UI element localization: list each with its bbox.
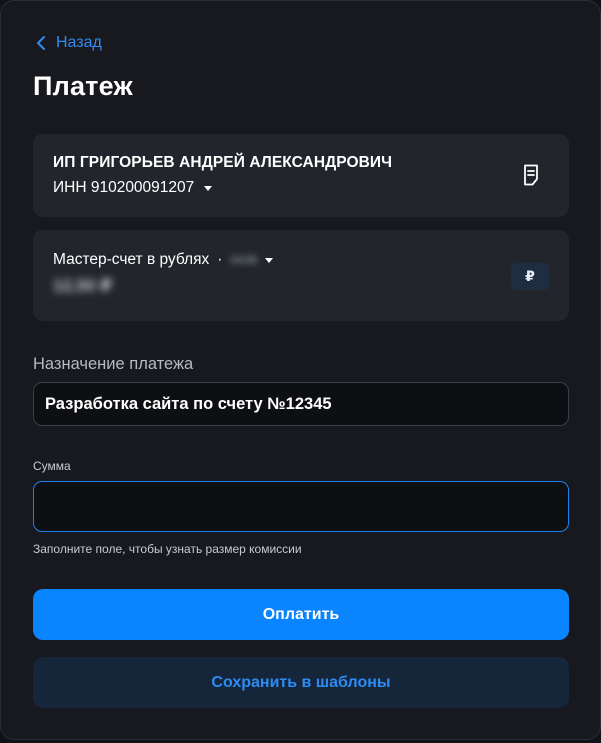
save-template-button[interactable]: Сохранить в шаблоны [33, 657, 569, 708]
document-icon[interactable] [523, 164, 539, 186]
payment-panel: Назад Платеж ИП ГРИГОРЬЕВ АНДРЕЙ АЛЕКСАН… [0, 0, 601, 740]
account-balance: 12,50 ₽ [53, 276, 113, 295]
account-separator: · [217, 251, 223, 268]
sum-label: Сумма [33, 459, 71, 473]
chevron-left-icon [37, 36, 45, 50]
ruble-currency-badge: ₽ [511, 263, 549, 290]
recipient-inn-row[interactable]: ИНН 910200091207 [53, 179, 213, 197]
recipient-name: ИП ГРИГОРЬЕВ АНДРЕЙ АЛЕКСАНДРОВИЧ [53, 154, 393, 171]
purpose-label: Назначение платежа [33, 355, 194, 373]
pay-button[interactable]: Оплатить [33, 589, 569, 640]
back-label: Назад [56, 34, 102, 51]
recipient-card[interactable]: ИП ГРИГОРЬЕВ АНДРЕЙ АЛЕКСАНДРОВИЧ ИНН 91… [33, 134, 569, 217]
caret-down-icon[interactable] [204, 185, 213, 191]
caret-down-icon[interactable] [265, 257, 274, 263]
account-name-row[interactable]: Мастер-счет в рублях · 0439 [53, 251, 274, 269]
back-link[interactable]: Назад [36, 34, 102, 52]
account-card[interactable]: Мастер-счет в рублях · 0439 12,50 ₽ ₽ [33, 230, 569, 321]
page-title: Платеж [33, 71, 133, 101]
account-masked-number: 0439 [230, 253, 258, 267]
recipient-inn: ИНН 910200091207 [53, 179, 195, 196]
commission-hint: Заполните поле, чтобы узнать размер коми… [33, 542, 302, 556]
purpose-input[interactable] [33, 382, 569, 426]
sum-input[interactable] [33, 481, 569, 532]
account-name: Мастер-счет в рублях [53, 251, 210, 268]
